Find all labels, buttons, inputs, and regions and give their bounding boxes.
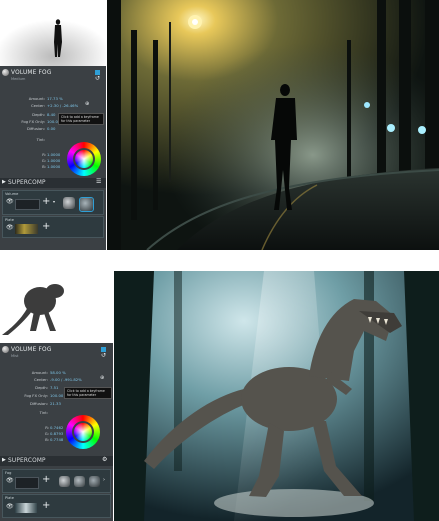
- center-target-icon[interactable]: ⊕: [100, 376, 104, 381]
- tint-label: Tint:: [39, 410, 48, 415]
- chevron-right-icon[interactable]: ›: [103, 478, 105, 483]
- b-value[interactable]: 1.0000: [47, 164, 60, 169]
- volume-fog-panel: VOLUME FOG Medium ↺ Amount: 17.73 % Cent…: [0, 66, 106, 250]
- b-label: B:: [45, 437, 49, 442]
- eye-icon[interactable]: 👁: [6, 199, 14, 205]
- fog-layer-slot[interactable]: [15, 477, 39, 489]
- fog-fx-only-value[interactable]: 100.0: [47, 119, 58, 124]
- plate-layer-row[interactable]: Plate 👁 +: [2, 216, 104, 238]
- g-label: G:: [41, 158, 46, 163]
- depth-label: Depth:: [32, 112, 45, 117]
- volume-layer-row[interactable]: Volume 👁 + ▾: [2, 190, 104, 215]
- tint-label: Tint:: [36, 137, 45, 142]
- fog-fx-only-label: Fog FX Only:: [24, 393, 48, 398]
- reset-icon[interactable]: ↺: [101, 353, 106, 359]
- depth-value[interactable]: 7.51: [50, 385, 58, 390]
- preset-label[interactable]: Medium: [11, 77, 25, 81]
- fog-preset-thumb-1[interactable]: [63, 197, 75, 209]
- fog-fx-only-label: Fog FX Only:: [21, 119, 45, 124]
- add-layer-button[interactable]: +: [42, 197, 50, 207]
- collapse-arrow-icon[interactable]: ▶: [2, 458, 6, 463]
- center-value[interactable]: -9.00 / -991.82%: [50, 377, 82, 382]
- tint-color-wheel[interactable]: [67, 142, 101, 176]
- supercomp-header: ▶ SUPERCOMP ⚙: [0, 456, 113, 466]
- r-value[interactable]: 0.7462: [50, 425, 63, 430]
- fog-matte-thumbnail: [0, 0, 106, 66]
- collapse-arrow-icon[interactable]: ▶: [2, 180, 6, 185]
- r-label: R:: [42, 152, 46, 157]
- center-label: Center:: [31, 103, 45, 108]
- color-wheel-center: [75, 150, 93, 168]
- top-screenshot: VOLUME FOG Medium ↺ Amount: 17.73 % Cent…: [0, 0, 439, 250]
- b-value[interactable]: 0.7748: [50, 437, 63, 442]
- amount-label: Amount:: [28, 96, 45, 101]
- plate-thumbnail[interactable]: [15, 224, 38, 234]
- tint-color-wheel[interactable]: [66, 415, 100, 449]
- center-value[interactable]: +2.30 / -26.46%: [47, 103, 78, 108]
- preset-label[interactable]: Mist: [11, 354, 18, 358]
- volume-fog-logo-icon: [2, 69, 9, 76]
- plate-layer-label: Plate: [5, 496, 14, 500]
- supercomp-title: SUPERCOMP: [8, 458, 46, 464]
- add-layer-button[interactable]: +: [42, 475, 50, 485]
- volume-fog-logo-icon: [2, 346, 9, 353]
- color-wheel-center: [74, 423, 92, 441]
- plate-layer-row[interactable]: Plate 👁 +: [2, 494, 111, 518]
- g-label: G:: [44, 431, 49, 436]
- add-plate-button[interactable]: +: [42, 501, 50, 511]
- amount-value[interactable]: 58.00 %: [50, 370, 66, 375]
- dinosaur-forest-render: [114, 271, 439, 521]
- r-label: R:: [45, 425, 49, 430]
- center-target-icon[interactable]: ⊕: [85, 102, 89, 107]
- g-value[interactable]: 1.0000: [47, 158, 60, 163]
- amount-value[interactable]: 17.73 %: [47, 96, 63, 101]
- diffusion-label: Diffusion:: [26, 126, 45, 131]
- plate-thumbnail[interactable]: [15, 503, 37, 513]
- diffusion-value[interactable]: 0.00: [47, 126, 55, 131]
- fog-preset-thumb-3[interactable]: [89, 476, 100, 487]
- volume-layer-slot[interactable]: [15, 199, 40, 210]
- amount-label: Amount:: [31, 370, 48, 375]
- bottom-screenshot: VOLUME FOG Mist ↺ Amount: 58.00 % Center…: [0, 271, 439, 521]
- diffusion-value[interactable]: 21.33: [50, 401, 61, 406]
- keyframe-tooltip-text: Click to add a keyframe for this paramet…: [61, 115, 99, 123]
- keyframe-tooltip-text: Click to add a keyframe for this paramet…: [67, 389, 105, 397]
- fog-preset-thumb-2[interactable]: [79, 197, 94, 212]
- depth-label: Depth:: [35, 385, 48, 390]
- volume-layer-label: Volume: [5, 192, 19, 196]
- eye-icon[interactable]: 👁: [6, 225, 14, 231]
- plugin-title: VOLUME FOG: [11, 347, 52, 353]
- fog-layer-label: Fog: [5, 471, 12, 475]
- eye-icon[interactable]: 👁: [6, 478, 14, 484]
- fog-preset-thumb-2[interactable]: [74, 476, 85, 487]
- depth-value[interactable]: 8.40: [47, 112, 55, 117]
- center-label: Center:: [34, 377, 48, 382]
- supercomp-header: ▶ SUPERCOMP ☰: [0, 178, 106, 188]
- foggy-street-render: [107, 0, 439, 250]
- keyframe-tooltip: Click to add a keyframe for this paramet…: [64, 387, 112, 399]
- b-label: B:: [42, 164, 46, 169]
- fog-matte-thumbnail: [0, 271, 113, 343]
- volume-fog-panel: VOLUME FOG Mist ↺ Amount: 58.00 % Center…: [0, 343, 113, 521]
- plate-layer-label: Plate: [5, 218, 14, 222]
- fog-layer-row[interactable]: Fog 👁 + ›: [2, 469, 111, 493]
- add-plate-button[interactable]: +: [42, 222, 50, 232]
- fog-preset-thumb-1[interactable]: [59, 476, 70, 487]
- eye-icon[interactable]: 👁: [6, 504, 14, 510]
- r-value[interactable]: 1.0000: [47, 152, 60, 157]
- supercomp-title: SUPERCOMP: [8, 180, 46, 186]
- diffusion-label: Diffusion:: [29, 401, 48, 406]
- keyframe-tooltip: Click to add a keyframe for this paramet…: [58, 113, 104, 125]
- chevron-down-icon[interactable]: ▾: [53, 200, 55, 204]
- g-value[interactable]: 0.8793: [50, 431, 63, 436]
- fog-fx-only-value[interactable]: 100.00: [50, 393, 63, 398]
- supercomp-gear-icon[interactable]: ⚙: [102, 457, 107, 463]
- supercomp-menu-icon[interactable]: ☰: [96, 179, 101, 185]
- plugin-title: VOLUME FOG: [11, 70, 52, 76]
- reset-icon[interactable]: ↺: [95, 76, 100, 82]
